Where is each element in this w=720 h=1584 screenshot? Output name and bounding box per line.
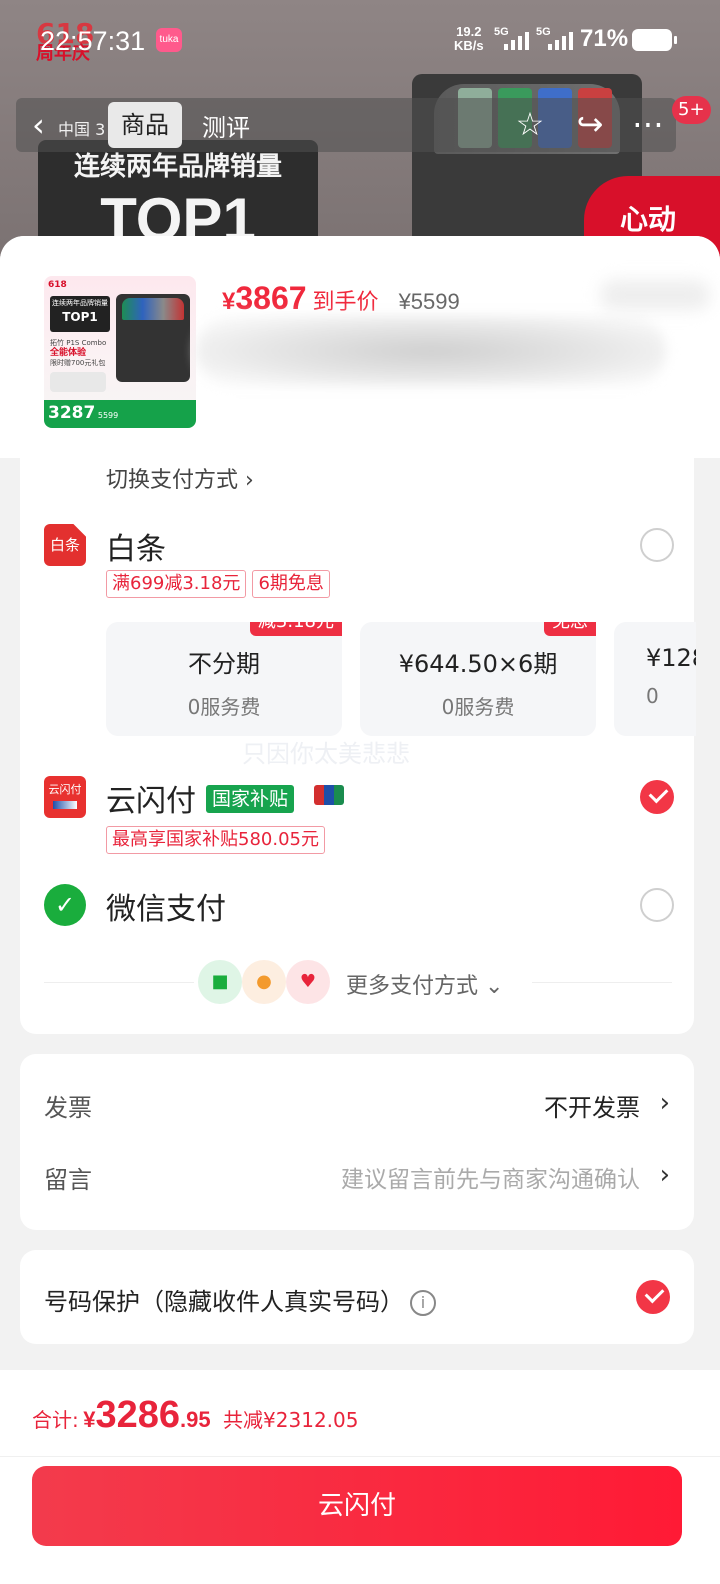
info-icon[interactable]: i <box>410 1290 436 1316</box>
invoice-note-card: 发票 不开发票 › 留言 建议留言前先与商家沟通确认 › <box>20 1054 694 1230</box>
battery-percent: 71% <box>580 25 629 52</box>
privacy-label: 号码保护（隐藏收件人真实号码） <box>44 1288 404 1316</box>
payment-option-wechat[interactable]: ✓ 微信支付 <box>44 884 674 934</box>
privacy-checkbox-checked[interactable] <box>636 1280 670 1314</box>
interest-free-tag: 6期免息 <box>252 570 330 598</box>
signal-icon <box>548 30 573 50</box>
baitiao-radio[interactable] <box>640 528 674 562</box>
pay-button[interactable]: 云闪付 <box>32 1466 682 1546</box>
back-icon[interactable]: ‹ <box>32 106 45 144</box>
cart-count-badge: 5+ <box>672 96 711 124</box>
price-line: ¥3867 到手价 ¥5599 <box>222 280 460 316</box>
filament-image <box>50 372 106 392</box>
total-savings: 共减¥2312.05 <box>223 1408 359 1432</box>
payment-methods-card: 切换支付方式 › 白条 白条 满699减3.18元6期免息 减3.18元 不分期… <box>20 458 696 1034</box>
subsidy-tag: 最高享国家补贴580.05元 <box>106 826 325 854</box>
shopping-bag-icon: ■ <box>198 960 242 1004</box>
unionpay-logo-icon <box>314 785 345 805</box>
payment-option-cloudpay[interactable]: 云闪付 云闪付 国家补贴 <box>44 776 674 826</box>
plan-option[interactable]: 减3.18元 不分期 0服务费 <box>106 622 342 736</box>
baitiao-tags: 满699减3.18元 6期免息 <box>106 570 336 598</box>
note-placeholder: 建议留言前先与商家沟通确认 <box>341 1167 640 1193</box>
more-icon[interactable]: ⋯ <box>628 104 668 144</box>
switch-payment-link[interactable]: 切换支付方式 › <box>106 462 254 494</box>
checkout-sheet: 618 连续两年品牌销量 TOP1 拓竹 P1S Combo 全能体验 限时赠700元… <box>0 236 720 1584</box>
share-icon[interactable]: ↪ <box>570 104 610 144</box>
product-thumbnail[interactable]: 618 连续两年品牌销量 TOP1 拓竹 P1S Combo 全能体验 限时赠700元… <box>44 276 196 428</box>
payment-option-baitiao[interactable]: 白条 白条 <box>44 524 674 574</box>
money-bag-icon: ● <box>242 960 286 1004</box>
signal-icon <box>504 30 529 50</box>
breadcrumb: 中国 3 <box>58 120 106 139</box>
tab-review[interactable]: 测评 <box>202 108 250 143</box>
baitiao-icon: 白条 <box>44 524 86 566</box>
tab-product[interactable]: 商品 <box>108 102 182 148</box>
product-navbar: ‹ 中国 3 商品 测评 ☆ ↪ ⋯ <box>16 98 676 152</box>
gov-subsidy-tag: 国家补贴 <box>206 785 295 813</box>
plan-option[interactable]: ¥128 0 <box>614 622 696 736</box>
order-total: 合计: ¥3286.95 共减¥2312.05 <box>32 1394 359 1436</box>
discount-tag: 满699减3.18元 <box>106 570 247 598</box>
original-price: ¥5599 <box>398 289 460 314</box>
status-time: 22:57:31 <box>40 26 146 56</box>
plan-option[interactable]: 免息 ¥644.50×6期 0服务费 <box>360 622 596 736</box>
invoice-value: 不开发票 <box>544 1094 640 1122</box>
privacy-protection-card: 号码保护（隐藏收件人真实号码） i <box>20 1250 694 1344</box>
invoice-row[interactable]: 发票 不开发票 › <box>44 1088 670 1128</box>
wechat-radio[interactable] <box>640 888 674 922</box>
more-payment-methods[interactable]: ■ ● ♥ 更多支付方式 ⌄ <box>20 958 694 1008</box>
status-bar: 22:57:31 tuka 19.2 KB/s 5G 5G 71% <box>36 22 680 62</box>
final-price: 3867 <box>235 280 307 316</box>
product-page-backdrop: 618 周年庆 连续两年品牌销量 TOP1 心动 ‹ 中国 3 商品 测评 ☆ … <box>0 0 720 260</box>
heart-pay-icon: ♥ <box>286 960 330 1004</box>
net-speed: 19.2 KB/s <box>454 24 484 53</box>
cloudpay-radio-checked[interactable] <box>640 780 674 814</box>
checkout-footer: 合计: ¥3286.95 共减¥2312.05 云闪付 <box>0 1370 720 1584</box>
star-icon[interactable]: ☆ <box>510 104 550 144</box>
printer-thumb-image <box>116 294 190 382</box>
blurred-product-title <box>196 316 666 386</box>
product-summary: 618 连续两年品牌销量 TOP1 拓竹 P1S Combo 全能体验 限时赠700元… <box>0 236 720 458</box>
battery-icon <box>632 29 677 51</box>
unionpay-cloud-icon: 云闪付 <box>44 776 86 818</box>
chevron-right-icon: › <box>659 1160 670 1190</box>
wechat-pay-icon: ✓ <box>44 884 86 926</box>
watermark-text: 只因你太美悲悲 <box>242 740 410 768</box>
blurred-close-area <box>600 280 710 310</box>
installment-plans: 减3.18元 不分期 0服务费 免息 ¥644.50×6期 0服务费 ¥128 … <box>106 622 696 738</box>
chevron-right-icon: › <box>659 1088 670 1118</box>
price-label: 到手价 <box>312 290 379 315</box>
note-row[interactable]: 留言 建议留言前先与商家沟通确认 › <box>44 1160 670 1200</box>
app-notification-icon: tuka <box>156 28 182 52</box>
